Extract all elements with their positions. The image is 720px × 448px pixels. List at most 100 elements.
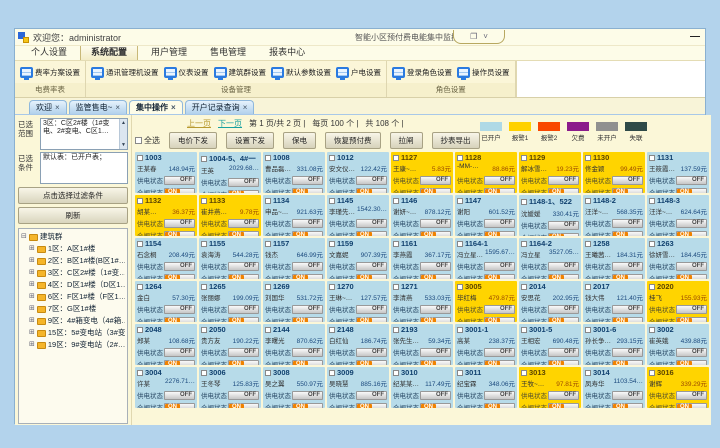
switch-toggle[interactable]: ON (420, 188, 451, 194)
supply-toggle[interactable]: OFF (228, 178, 259, 187)
switch-toggle[interactable]: ON (292, 403, 323, 409)
meter-card[interactable]: 1271李清燕533.03元供电状态OFF合闸状态ON (391, 281, 453, 322)
tree-item[interactable]: ⊞6区：F区1#楼（F区1… (21, 291, 125, 303)
supply-toggle[interactable]: OFF (612, 305, 643, 314)
switch-toggle[interactable]: ON (292, 317, 323, 323)
toolbar-button-拉闸[interactable]: 拉闸 (390, 132, 423, 149)
next-page-link[interactable]: 下一页 (218, 118, 242, 129)
meter-checkbox[interactable] (329, 370, 335, 376)
meter-checkbox[interactable] (393, 284, 399, 290)
switch-toggle[interactable]: ON (292, 360, 323, 366)
meter-checkbox[interactable] (649, 198, 655, 204)
switch-toggle[interactable]: ON (548, 360, 579, 366)
supply-toggle[interactable]: OFF (164, 348, 195, 357)
meter-checkbox[interactable] (265, 370, 271, 376)
meter-checkbox[interactable] (329, 284, 335, 290)
meter-checkbox[interactable] (521, 370, 527, 376)
meter-card[interactable]: 1269刘国华531.72元供电状态OFF合闸状态ON (263, 281, 325, 322)
supply-toggle[interactable]: OFF (420, 262, 451, 271)
supply-toggle[interactable]: OFF (356, 219, 387, 228)
supply-toggle[interactable]: OFF (548, 262, 579, 271)
meter-card[interactable]: 1159文嘉妮907.39元供电状态OFF合闸状态ON (327, 238, 389, 279)
supply-toggle[interactable]: OFF (292, 348, 323, 357)
tab-欢迎[interactable]: 欢迎× (29, 100, 67, 114)
meter-checkbox[interactable] (457, 327, 463, 333)
switch-toggle[interactable]: ON (420, 403, 451, 409)
meter-card[interactable]: 2050贵方友190.22元供电状态OFF合闸状态ON (199, 324, 261, 365)
meter-card[interactable]: 3008吴之翼550.97元供电状态OFF合闸状态ON (263, 367, 325, 408)
supply-toggle[interactable]: OFF (548, 221, 579, 230)
switch-toggle[interactable]: ON (356, 403, 387, 409)
meter-card[interactable]: 3001-6孙长争…293.15元供电状态OFF合闸状态ON (583, 324, 645, 365)
meter-card[interactable]: 1130佟金颖99.49元供电状态OFF合闸状态ON (583, 152, 645, 193)
switch-toggle[interactable]: ON (676, 274, 707, 280)
switch-toggle[interactable]: ON (164, 360, 195, 366)
meter-card[interactable]: 1004-5、4#一王英2029.68…供电状态OFF合闸状态ON (199, 152, 261, 193)
supply-toggle[interactable]: OFF (548, 305, 579, 314)
supply-toggle[interactable]: OFF (612, 262, 643, 271)
switch-toggle[interactable]: ON (356, 274, 387, 280)
tree-item[interactable]: ⊞7区：G区1#楼 (21, 303, 125, 315)
meter-checkbox[interactable] (649, 370, 655, 376)
meter-checkbox[interactable] (265, 327, 271, 333)
menu-item-报表中心[interactable]: 报表中心 (259, 44, 315, 60)
supply-toggle[interactable]: OFF (164, 391, 195, 400)
switch-toggle[interactable]: ON (420, 274, 451, 280)
tab-监管售电~[interactable]: 监管售电~× (69, 100, 127, 114)
meter-card[interactable]: 3004许某2276.71…供电状态OFF合闸状态ON (135, 367, 197, 408)
switch-toggle[interactable]: ON (548, 188, 579, 194)
restore-icon[interactable]: ❐ (470, 32, 477, 41)
meter-checkbox[interactable] (393, 155, 399, 161)
switch-toggle[interactable]: ON (612, 231, 643, 237)
meter-checkbox[interactable] (649, 327, 655, 333)
switch-toggle[interactable]: ON (548, 317, 579, 323)
meter-card[interactable]: 1132胡某…36.37元供电状态OFF合闸状态ON (135, 195, 197, 236)
switch-toggle[interactable]: ON (164, 317, 195, 323)
meter-checkbox[interactable] (265, 241, 271, 247)
selected-condition-box[interactable]: 默认表：已开户表； (40, 152, 128, 184)
switch-toggle[interactable]: ON (420, 231, 451, 237)
ribbon-button-操作员设置[interactable]: 操作员设置 (455, 65, 512, 80)
meter-checkbox[interactable] (585, 198, 591, 204)
ribbon-button-登录角色设置[interactable]: 登录角色设置 (390, 65, 454, 80)
tab-close-icon[interactable]: × (243, 103, 248, 112)
meter-card[interactable]: 3013王牧~…97.81元供电状态OFF合闸状态ON (519, 367, 581, 408)
expand-icon[interactable]: ⊞ (29, 339, 35, 351)
switch-toggle[interactable]: ON (164, 231, 195, 237)
meter-card[interactable]: 2144李曙光870.62元供电状态OFF合闸状态ON (263, 324, 325, 365)
switch-toggle[interactable]: ON (612, 188, 643, 194)
ribbon-button-通讯管理机设置[interactable]: 通讯管理机设置 (89, 65, 161, 80)
meter-card[interactable]: 1012安文仪…122.42元供电状态OFF合闸状态ON (327, 152, 389, 193)
refresh-button[interactable]: 刷新 (18, 207, 128, 224)
supply-toggle[interactable]: OFF (356, 176, 387, 185)
chevron-down-icon[interactable]: ˅ (483, 32, 488, 41)
ribbon-button-户电设置[interactable]: 户电设置 (334, 65, 383, 80)
select-all[interactable]: 全选 (135, 135, 160, 146)
supply-toggle[interactable]: OFF (484, 391, 515, 400)
supply-toggle[interactable]: OFF (676, 176, 707, 185)
supply-toggle[interactable]: OFF (228, 391, 259, 400)
meter-checkbox[interactable] (329, 241, 335, 247)
tree-item[interactable]: ⊞3区：C区2#楼（1#变… (21, 267, 125, 279)
meter-card[interactable]: 1008曹品磊…331.08元供电状态OFF合闸状态ON (263, 152, 325, 193)
meter-card[interactable]: 2193张先生…59.34元供电状态OFF合闸状态ON (391, 324, 453, 365)
supply-toggle[interactable]: OFF (228, 348, 259, 357)
menu-item-售电管理[interactable]: 售电管理 (200, 44, 256, 60)
tree-item[interactable]: ⊞4区：D区1#楼（D区1… (21, 279, 125, 291)
switch-toggle[interactable]: ON (420, 317, 451, 323)
supply-toggle[interactable]: OFF (228, 219, 259, 228)
supply-toggle[interactable]: OFF (164, 305, 195, 314)
meter-checkbox[interactable] (457, 155, 463, 161)
meter-checkbox[interactable] (201, 241, 207, 247)
switch-toggle[interactable]: ON (292, 188, 323, 194)
switch-toggle[interactable]: ON (612, 274, 643, 280)
meter-card[interactable]: 2020桂飞155.93元供电状态OFF合闸状态ON (647, 281, 709, 322)
switch-toggle[interactable]: ON (356, 231, 387, 237)
meter-checkbox[interactable] (201, 156, 207, 162)
meter-checkbox[interactable] (329, 327, 335, 333)
ribbon-button-仪表设置[interactable]: 仪表设置 (162, 65, 211, 80)
switch-toggle[interactable]: ON (612, 360, 643, 366)
meter-checkbox[interactable] (329, 155, 335, 161)
meter-card[interactable]: 1270王琳~…127.57元供电状态OFF合闸状态ON (327, 281, 389, 322)
meter-checkbox[interactable] (457, 241, 463, 247)
